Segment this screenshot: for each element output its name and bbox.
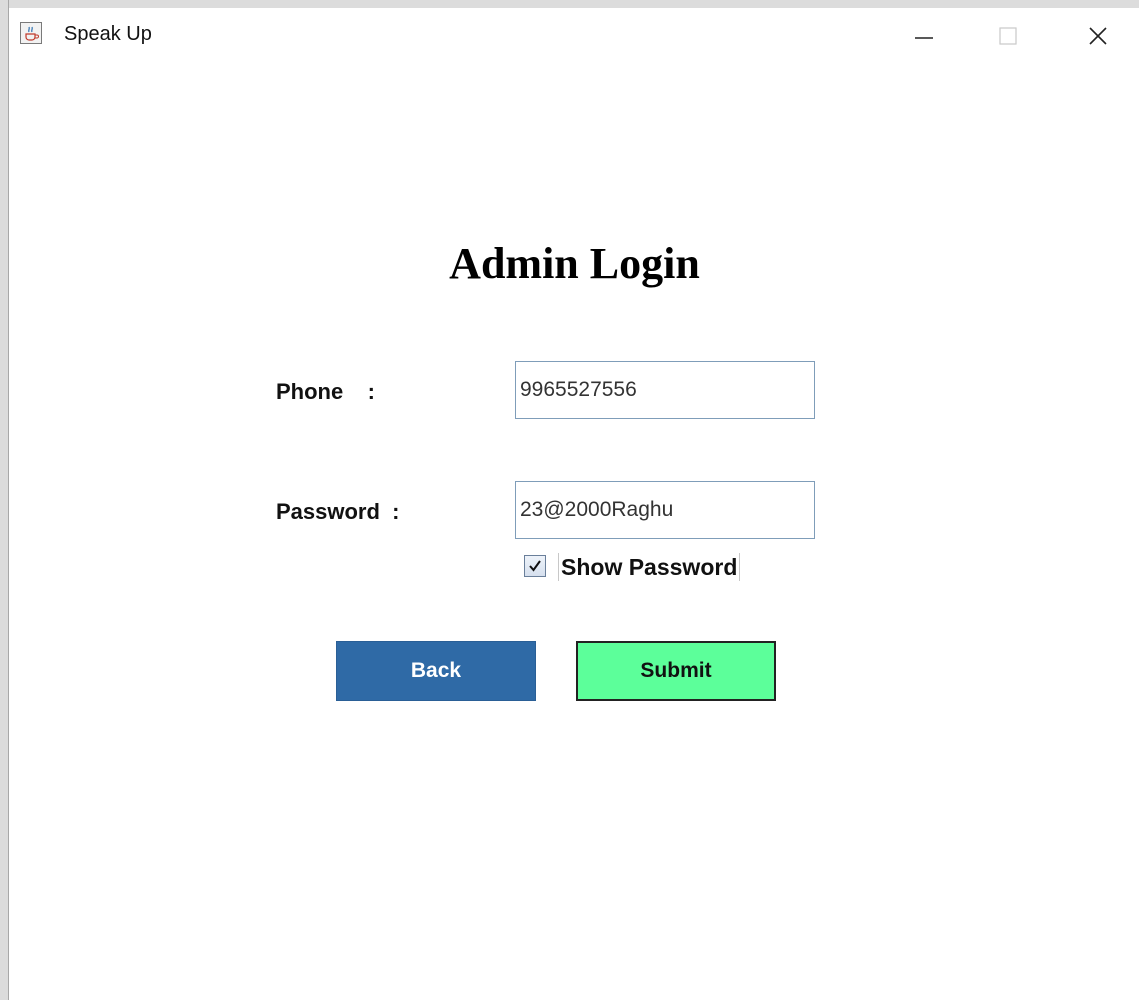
close-icon (1089, 27, 1107, 45)
window-frame-left (0, 0, 9, 1000)
maximize-icon (999, 27, 1017, 45)
window-frame-top (0, 0, 1139, 8)
show-password-checkbox[interactable] (524, 555, 546, 577)
maximize-button[interactable] (973, 8, 1043, 64)
phone-label: Phone : (276, 379, 375, 404)
checkmark-icon (529, 560, 541, 572)
page-title: Admin Login (449, 239, 700, 288)
java-cup-icon[interactable] (20, 22, 42, 44)
show-password-label[interactable]: Show Password (558, 553, 741, 581)
title-bar[interactable]: Speak Up (10, 8, 1139, 64)
close-button[interactable] (1063, 8, 1133, 64)
submit-button[interactable]: Submit (576, 641, 776, 701)
window-title: Speak Up (64, 23, 152, 45)
back-button[interactable]: Back (336, 641, 536, 701)
password-field[interactable] (515, 481, 815, 539)
phone-field[interactable] (515, 361, 815, 419)
password-label: Password : (276, 499, 400, 524)
minimize-button[interactable] (889, 8, 959, 64)
minimize-icon (915, 37, 933, 39)
speak-up-window: Speak Up Admin Login Phone : Password : (0, 0, 1139, 1000)
